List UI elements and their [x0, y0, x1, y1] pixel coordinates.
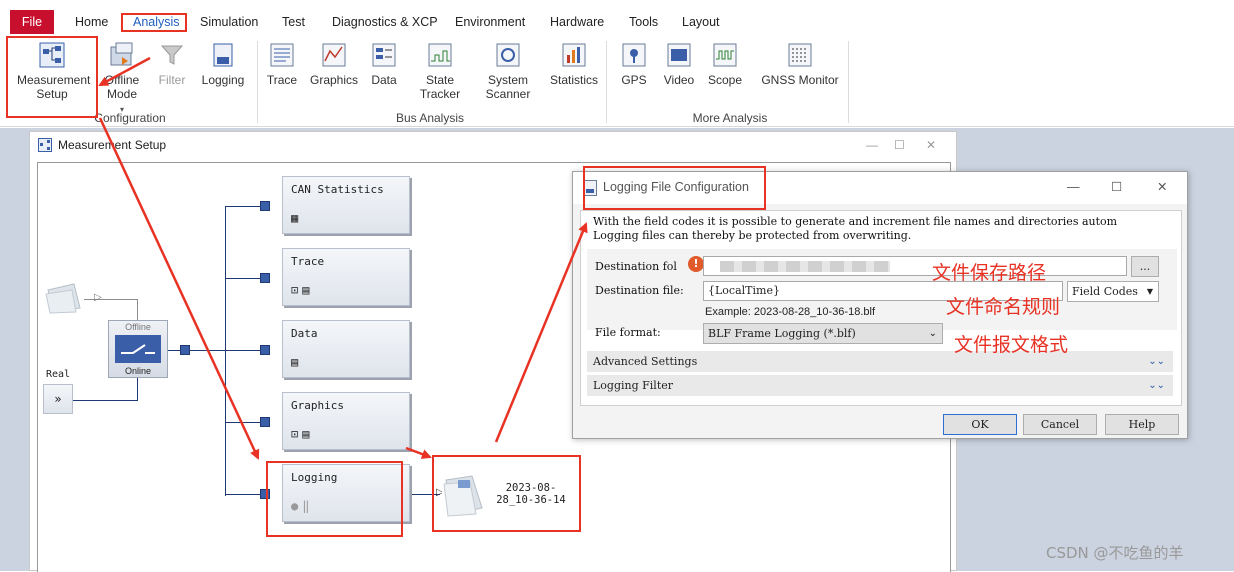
arrow-logging-to-file — [405, 446, 432, 459]
arrow-analysis-to-measurement-setup — [98, 56, 151, 87]
arrow-file-to-dialog — [494, 222, 588, 443]
watermark: CSDN @不吃鱼的羊 — [1046, 544, 1184, 562]
annotation-arrows — [98, 56, 588, 460]
arrow-setup-to-logging — [98, 117, 260, 460]
